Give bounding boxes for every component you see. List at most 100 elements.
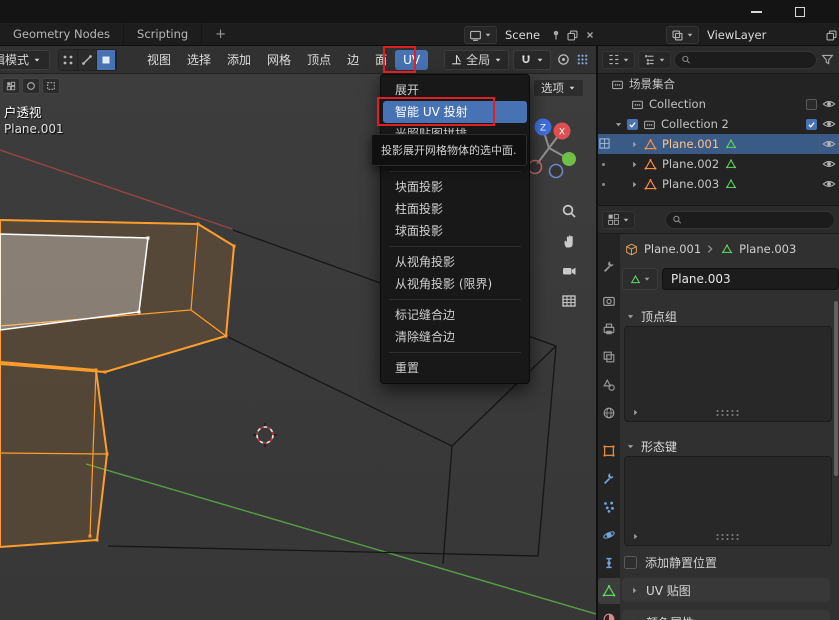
- tab-output[interactable]: [598, 316, 620, 342]
- outliner-display-mode-dropdown[interactable]: [638, 51, 671, 69]
- collection-checkbox-checked[interactable]: [627, 119, 638, 130]
- shape-keys-section-header[interactable]: 形态键: [626, 438, 677, 455]
- transform-orientation-dropdown[interactable]: 全局: [444, 50, 509, 70]
- tab-render[interactable]: [598, 288, 620, 314]
- gizmo-neg-x-axis[interactable]: [529, 161, 542, 174]
- camera-view-button[interactable]: [558, 260, 580, 282]
- menu-item-smart-uv-project[interactable]: 智能 UV 投射: [383, 101, 527, 123]
- tab-scene[interactable]: [598, 372, 620, 398]
- outliner-search[interactable]: [674, 51, 817, 69]
- window-maximize-button[interactable]: [781, 0, 819, 23]
- menu-item-project-from-view-bounds[interactable]: 从视角投影 (限界): [381, 273, 529, 295]
- datablock-name-input[interactable]: [662, 268, 839, 290]
- zoom-tool-button[interactable]: [558, 200, 580, 222]
- tab-particles[interactable]: [598, 494, 620, 520]
- menu-view[interactable]: 视图: [139, 50, 179, 70]
- outliner-row-collection[interactable]: Collection: [598, 94, 839, 114]
- outliner-row-scene-collection[interactable]: 场景集合: [598, 74, 839, 94]
- color-attributes-panel-header[interactable]: 颜色属性: [622, 610, 830, 620]
- outliner-row-collection-2[interactable]: Collection 2: [598, 114, 839, 134]
- workspace-tab-geometry-nodes[interactable]: Geometry Nodes: [0, 23, 124, 45]
- tab-physics[interactable]: [598, 522, 620, 548]
- vertex-groups-list[interactable]: [624, 326, 832, 422]
- options-dropdown[interactable]: 选项: [533, 79, 584, 97]
- viewport-widget-button-2[interactable]: [22, 78, 40, 94]
- breadcrumb-data[interactable]: Plane.003: [739, 242, 796, 256]
- menu-item-mark-seam[interactable]: 标记缝合边: [381, 304, 529, 326]
- selected-mesh-lower[interactable]: [0, 362, 107, 547]
- window-minimize-button[interactable]: [737, 0, 775, 23]
- vertex-groups-section-header[interactable]: 顶点组: [626, 308, 677, 325]
- add-rest-position-checkbox[interactable]: [624, 556, 637, 569]
- outliner-row-plane-001[interactable]: Plane.001: [598, 134, 839, 154]
- navigation-gizmo[interactable]: Z X: [529, 119, 577, 178]
- menu-vertex[interactable]: 顶点: [299, 50, 339, 70]
- expand-arrow-right-icon[interactable]: [630, 180, 639, 189]
- menu-item-unwrap[interactable]: 展开: [381, 79, 529, 101]
- resize-grip[interactable]: [715, 409, 741, 416]
- menu-item-sphere-projection[interactable]: 球面投影: [381, 220, 529, 242]
- eye-icon[interactable]: [822, 117, 836, 131]
- expand-arrow-right-icon[interactable]: [630, 140, 639, 149]
- expand-arrow-right-icon[interactable]: [630, 160, 639, 169]
- browse-viewlayer-button[interactable]: [666, 26, 699, 44]
- filter-expand-icon[interactable]: [631, 532, 640, 541]
- menu-select[interactable]: 选择: [179, 50, 219, 70]
- editor-type-dropdown[interactable]: [602, 211, 635, 229]
- menu-item-reset[interactable]: 重置: [381, 357, 529, 379]
- menu-add[interactable]: 添加: [219, 50, 259, 70]
- eye-icon[interactable]: [822, 157, 836, 171]
- filter-funnel-button[interactable]: [820, 53, 835, 66]
- menu-item-project-from-view[interactable]: 从视角投影: [381, 251, 529, 273]
- add-workspace-button[interactable]: +: [202, 23, 239, 45]
- viewport-widget-button-3[interactable]: [42, 78, 60, 94]
- tab-modifiers[interactable]: [598, 466, 620, 492]
- menu-face[interactable]: 面: [367, 50, 395, 70]
- collection-exclude-checkbox[interactable]: [806, 99, 817, 110]
- new-viewlayer-button[interactable]: [824, 29, 839, 42]
- editor-type-dropdown[interactable]: [602, 51, 635, 69]
- grid-view-button[interactable]: [558, 290, 580, 312]
- viewport-widget-button-1[interactable]: [2, 78, 20, 94]
- face-select-mode-button[interactable]: [97, 50, 116, 70]
- uv-maps-panel-header[interactable]: UV 贴图: [622, 578, 830, 602]
- expand-arrow-down-icon[interactable]: [614, 120, 623, 129]
- eye-icon[interactable]: [822, 177, 836, 191]
- menu-item-cube-projection[interactable]: 块面投影: [381, 176, 529, 198]
- tab-material[interactable]: [598, 606, 620, 620]
- viewlayer-name[interactable]: ViewLayer: [701, 28, 772, 42]
- gizmo-y-axis[interactable]: [562, 152, 576, 166]
- outliner-search-input[interactable]: [695, 53, 810, 66]
- browse-scene-button[interactable]: [464, 26, 497, 44]
- snap-dropdown[interactable]: [513, 50, 551, 70]
- vertex-select-mode-button[interactable]: [59, 50, 78, 70]
- proportional-editing-button[interactable]: [557, 53, 570, 66]
- unlink-scene-button[interactable]: [582, 30, 597, 40]
- menu-mesh[interactable]: 网格: [259, 50, 299, 70]
- menu-edge[interactable]: 边: [339, 50, 367, 70]
- shape-keys-list[interactable]: [624, 456, 832, 546]
- pan-hand-button[interactable]: [558, 230, 580, 252]
- tab-object-data[interactable]: [598, 578, 620, 604]
- menu-uv[interactable]: UV: [395, 50, 428, 70]
- scene-name[interactable]: Scene: [499, 28, 546, 42]
- resize-grip[interactable]: [715, 533, 741, 540]
- menu-item-cylinder-projection[interactable]: 柱面投影: [381, 198, 529, 220]
- properties-search[interactable]: [665, 211, 835, 229]
- menu-item-clear-seam[interactable]: 清除缝合边: [381, 326, 529, 348]
- outliner-row-plane-003[interactable]: Plane.003: [598, 174, 839, 194]
- tab-world[interactable]: [598, 400, 620, 426]
- tab-constraints[interactable]: [598, 550, 620, 576]
- filter-expand-icon[interactable]: [631, 408, 640, 417]
- new-scene-button[interactable]: [565, 29, 580, 42]
- tab-view-layer[interactable]: [598, 344, 620, 370]
- gizmo-neg-z-axis[interactable]: [550, 165, 563, 178]
- tab-object[interactable]: [598, 438, 620, 464]
- eye-icon[interactable]: [822, 97, 836, 111]
- outliner-row-plane-002[interactable]: Plane.002: [598, 154, 839, 174]
- datablock-browse-button[interactable]: [622, 268, 658, 290]
- pin-scene-button[interactable]: [548, 29, 563, 41]
- scrollbar[interactable]: [834, 301, 838, 476]
- selected-mesh-upper[interactable]: [0, 220, 234, 372]
- overlays-toggle-button[interactable]: [576, 53, 589, 66]
